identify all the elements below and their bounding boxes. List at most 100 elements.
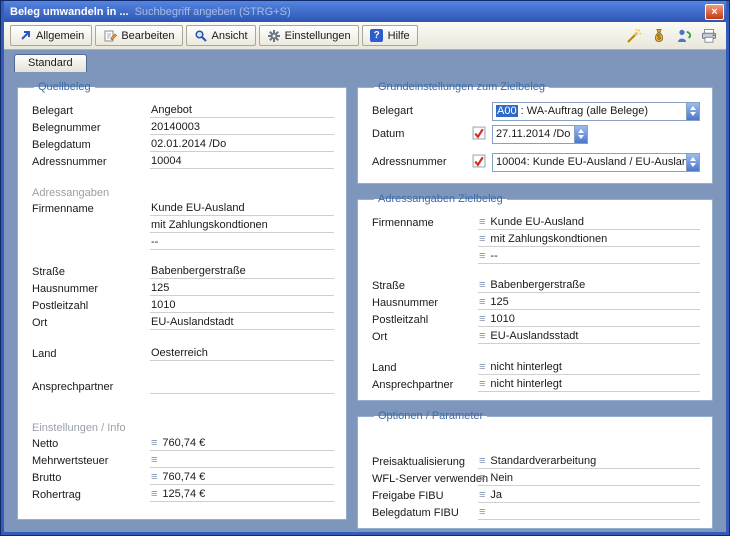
spin-down-icon	[690, 163, 696, 167]
check-icon[interactable]	[472, 126, 486, 143]
field-row-preisaktualisierung: Preisaktualisierung ≡ Standardverarbeitu…	[372, 452, 700, 469]
close-button[interactable]: ×	[705, 4, 724, 20]
menu-bearbeiten-button[interactable]: Bearbeiten	[95, 25, 182, 46]
field-value: ≡ nicht hinterlegt	[478, 378, 700, 392]
tab-standard[interactable]: Standard	[14, 54, 87, 72]
equals-icon: ≡	[151, 489, 157, 500]
equals-icon: ≡	[479, 234, 485, 245]
group-adressangaben-zielbeleg: Adressangaben Zielbeleg Firmenname ≡ Kun…	[357, 193, 713, 401]
adressnummer-combobox[interactable]: 10004: Kunde EU-Ausland / EU-Auslandssta…	[492, 153, 700, 172]
field-row-rohertrag: Rohertrag ≡ 125,74 €	[32, 485, 334, 502]
window-subtitle: Suchbegriff angeben (STRG+S)	[135, 6, 699, 18]
menu-einstellungen-button[interactable]: Einstellungen	[259, 25, 359, 46]
field-label: Firmenname	[372, 217, 478, 230]
right-column: Grundeinstellungen zum Zielbeleg Belegar…	[357, 81, 713, 520]
help-icon: ?	[370, 29, 384, 43]
field-label: Ansprechpartner	[32, 381, 150, 394]
field-row-ziel-hausnummer: Hausnummer ≡ 125	[372, 293, 700, 310]
equals-icon: ≡	[479, 297, 485, 308]
field-value: Oesterreich	[150, 347, 334, 361]
field-value: 20140003	[150, 121, 334, 135]
equals-icon: ≡	[479, 456, 485, 467]
content-area: Quellbeleg Belegart Angebot Belegnummer …	[4, 72, 726, 532]
field-value: ≡	[478, 507, 700, 520]
field-label: Land	[32, 348, 150, 361]
spin-down-icon	[578, 135, 584, 139]
field-text: 125	[490, 296, 508, 308]
field-text: mit Zahlungskondtionen	[490, 233, 607, 245]
field-text: 1010	[490, 313, 514, 325]
field-row-ziel-firmenname-2: ≡ mit Zahlungskondtionen	[372, 230, 700, 247]
combobox-value: 10004: Kunde EU-Ausland / EU-Auslandssta…	[493, 156, 686, 168]
field-label: Brutto	[32, 472, 150, 485]
field-text: Ja	[490, 489, 502, 501]
spinner-control[interactable]	[686, 154, 699, 171]
field-text: nicht hinterlegt	[490, 378, 562, 390]
field-row-ziel-belegart: Belegart A00 : WA-Auftrag (alle Belege)	[372, 101, 700, 121]
magic-wand-icon[interactable]	[623, 25, 645, 46]
field-value: ≡ 125,74 €	[150, 488, 334, 502]
field-value: --	[150, 236, 334, 250]
field-value: ≡ 1010	[478, 313, 700, 327]
field-row-ziel-datum: Datum 27.11.2014 /Do	[372, 124, 700, 144]
menu-allgemein-button[interactable]: Allgemein	[10, 25, 92, 46]
titlebar: Beleg umwandeln in ... Suchbegriff angeb…	[4, 1, 726, 22]
arrow-up-right-icon	[18, 29, 32, 43]
menu-hilfe-button[interactable]: ? Hilfe	[362, 25, 418, 46]
field-row-ziel-ansprechpartner: Ansprechpartner ≡ nicht hinterlegt	[372, 375, 700, 392]
equals-icon: ≡	[479, 251, 485, 262]
gear-icon	[267, 29, 281, 43]
field-row-hausnummer: Hausnummer 125	[32, 279, 334, 296]
field-text: EU-Auslandsstadt	[490, 330, 578, 342]
field-row-freigabe-fibu: Freigabe FIBU ≡ Ja	[372, 486, 700, 503]
field-text: --	[490, 250, 497, 262]
printer-icon[interactable]	[698, 25, 720, 46]
toolbar: Allgemein Bearbeiten Ansicht Einstellung…	[4, 22, 726, 50]
combobox-value: 27.11.2014 /Do	[493, 128, 574, 140]
menu-label: Hilfe	[388, 30, 410, 42]
combobox-rest-text: : WA-Auftrag (alle Belege)	[518, 105, 648, 117]
spinner-control[interactable]	[686, 103, 699, 120]
field-label: Straße	[372, 280, 478, 293]
field-value: ≡ EU-Auslandsstadt	[478, 330, 700, 344]
user-refresh-icon[interactable]	[673, 25, 695, 46]
field-value: 02.01.2014 /Do	[150, 138, 334, 152]
field-row-ziel-land: Land ≡ nicht hinterlegt	[372, 358, 700, 375]
equals-icon: ≡	[479, 314, 485, 325]
field-row-netto: Netto ≡ 760,74 €	[32, 434, 334, 451]
equals-icon: ≡	[479, 473, 485, 484]
field-row-ziel-firmenname: Firmenname ≡ Kunde EU-Ausland	[372, 213, 700, 230]
belegart-combobox[interactable]: A00 : WA-Auftrag (alle Belege)	[492, 102, 700, 121]
field-value: Angebot	[150, 104, 334, 118]
field-value: ≡ 760,74 €	[150, 437, 334, 451]
money-bag-icon[interactable]: $	[648, 25, 670, 46]
field-label: Belegart	[32, 105, 150, 118]
field-value: ≡ 125	[478, 296, 700, 310]
field-row-land: Land Oesterreich	[32, 344, 334, 361]
tab-strip: Standard	[4, 50, 726, 72]
datum-spinedit[interactable]: 27.11.2014 /Do	[492, 125, 588, 144]
menu-ansicht-button[interactable]: Ansicht	[186, 25, 256, 46]
field-label: Belegart	[372, 105, 472, 117]
field-value: ≡ 760,74 €	[150, 471, 334, 485]
magnifier-icon	[194, 29, 208, 43]
field-value: ≡	[150, 455, 334, 468]
field-row-mehrwertsteuer: Mehrwertsteuer ≡	[32, 451, 334, 468]
field-row-belegnummer: Belegnummer 20140003	[32, 118, 334, 135]
field-text: 760,74 €	[162, 471, 205, 483]
field-label	[372, 246, 478, 247]
field-label	[372, 263, 478, 264]
field-label: Datum	[372, 128, 472, 140]
group-title-optionen: Optionen / Parameter	[374, 410, 487, 422]
check-icon[interactable]	[472, 154, 486, 171]
field-label: Land	[372, 362, 478, 375]
spin-up-icon	[578, 129, 584, 133]
equals-icon: ≡	[479, 217, 485, 228]
field-value	[150, 392, 334, 394]
spinner-control[interactable]	[574, 126, 587, 143]
field-label: WFL-Server verwenden	[372, 473, 478, 486]
icon-slot	[472, 126, 492, 143]
equals-icon: ≡	[151, 455, 157, 466]
field-row-postleitzahl: Postleitzahl 1010	[32, 296, 334, 313]
spin-up-icon	[690, 106, 696, 110]
